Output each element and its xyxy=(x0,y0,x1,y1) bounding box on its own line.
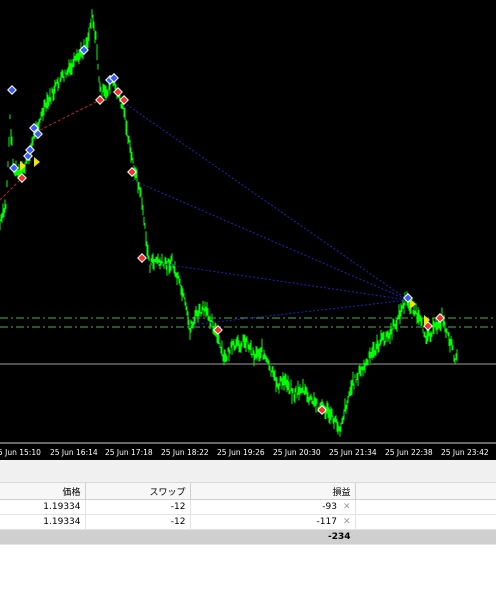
column-header-price[interactable]: 価格 xyxy=(0,483,86,500)
time-axis: 5 Jun 15:10 25 Jun 16:14 25 Jun 17:18 25… xyxy=(0,448,489,457)
empty-cell xyxy=(355,499,496,515)
history-line xyxy=(131,179,409,301)
arrow-marker xyxy=(410,299,416,309)
time-axis-label: 25 Jun 16:14 xyxy=(50,448,98,457)
sell-marker xyxy=(95,95,105,105)
total-swap-cell xyxy=(85,529,191,545)
total-profit-cell: -234 xyxy=(190,529,356,545)
history-line xyxy=(0,179,21,201)
table-row[interactable]: 1.19334 -12 -117 ✕ xyxy=(0,514,496,530)
empty-cell xyxy=(355,514,496,530)
column-header-swap[interactable]: スワップ xyxy=(85,483,191,500)
buy-marker xyxy=(7,85,17,95)
terminal-panel: 価格 スワップ 損益 1.19334 -12 -93 ✕ 1.19334 -12 … xyxy=(0,460,496,600)
swap-cell: -12 xyxy=(85,499,191,515)
table-header-row: 価格 スワップ 損益 xyxy=(0,483,496,500)
price-chart[interactable]: 5 Jun 15:10 25 Jun 16:14 25 Jun 17:18 25… xyxy=(0,0,496,460)
arrow-marker xyxy=(34,157,40,167)
column-header-empty xyxy=(355,483,496,500)
time-axis-label: 25 Jun 17:18 xyxy=(105,448,153,457)
profit-value: -93 xyxy=(322,502,337,512)
price-cell: 1.19334 xyxy=(0,514,86,530)
history-line xyxy=(189,299,409,326)
history-lines xyxy=(0,99,409,326)
profit-cell: -117 ✕ xyxy=(190,514,356,530)
close-x-icon[interactable]: ✕ xyxy=(343,502,351,512)
price-layer xyxy=(0,9,496,437)
time-axis-label: 25 Jun 21:34 xyxy=(329,448,377,457)
profit-value: -117 xyxy=(316,517,337,527)
sell-marker xyxy=(137,253,147,263)
time-axis-label: 25 Jun 23:42 xyxy=(441,448,489,457)
price-cell: 1.19334 xyxy=(0,499,86,515)
chart-canvas[interactable]: 5 Jun 15:10 25 Jun 16:14 25 Jun 17:18 25… xyxy=(0,0,496,460)
time-axis-label: 25 Jun 19:26 xyxy=(217,448,265,457)
terminal-toolbar xyxy=(0,460,496,483)
time-axis-label: 25 Jun 22:38 xyxy=(385,448,433,457)
history-line xyxy=(149,261,409,301)
time-axis-label: 25 Jun 20:30 xyxy=(273,448,321,457)
column-header-profit[interactable]: 損益 xyxy=(190,483,356,500)
sell-marker xyxy=(119,95,129,105)
time-axis-label: 5 Jun 15:10 xyxy=(0,448,41,457)
trade-table: 価格 スワップ 損益 1.19334 -12 -93 ✕ 1.19334 -12 … xyxy=(0,483,496,545)
swap-cell: -12 xyxy=(85,514,191,530)
close-x-icon[interactable]: ✕ xyxy=(343,517,351,527)
table-row[interactable]: 1.19334 -12 -93 ✕ xyxy=(0,499,496,515)
history-line xyxy=(119,99,409,301)
profit-cell: -93 ✕ xyxy=(190,499,356,515)
total-row: -234 xyxy=(0,529,496,545)
total-price-cell xyxy=(0,529,86,545)
total-empty-cell xyxy=(355,529,496,545)
time-axis-label: 25 Jun 18:22 xyxy=(161,448,209,457)
